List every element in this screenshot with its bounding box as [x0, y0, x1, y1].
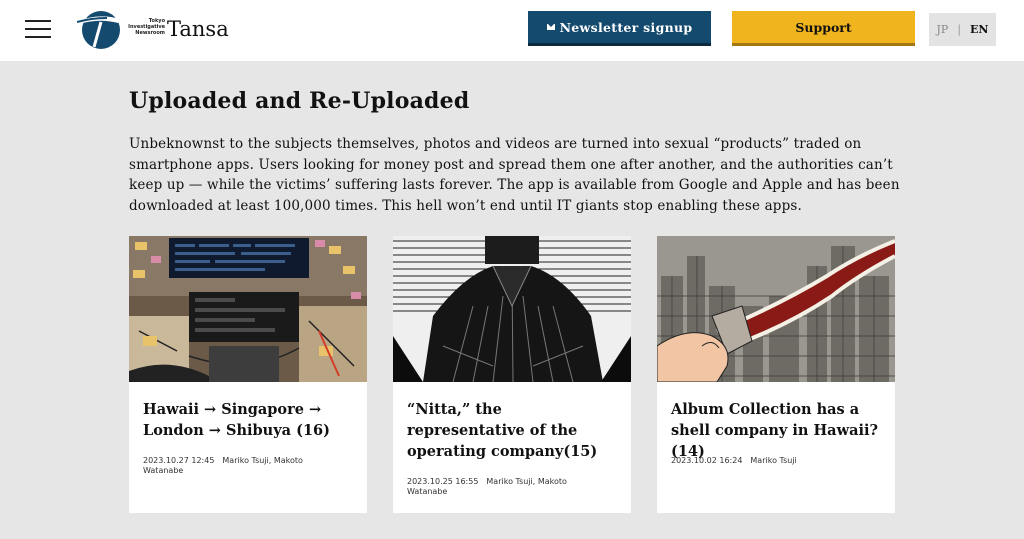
logo-subtitle: Tokyo Investigative Newsroom	[125, 18, 165, 36]
article-title[interactable]: Hawaii → Singapore → London → Shibuya (1…	[143, 399, 355, 441]
lang-jp-link[interactable]: JP	[937, 23, 949, 36]
page-title: Uploaded and Re-Uploaded	[129, 88, 470, 114]
article-date: 2023.10.27 12:45	[143, 456, 215, 465]
newsletter-label: Newsletter signup	[559, 19, 693, 35]
support-label: Support	[795, 19, 852, 35]
article-date: 2023.10.02 16:24	[671, 456, 743, 465]
article-illustration-image	[657, 236, 895, 382]
hamburger-menu-icon[interactable]	[25, 19, 51, 39]
article-meta: 2023.10.27 12:45 Mariko Tsuji, Makoto Wat…	[143, 456, 343, 476]
article-authors: Mariko Tsuji	[750, 456, 797, 465]
lang-separator: |	[957, 23, 962, 36]
envelope-icon	[546, 24, 555, 30]
article-meta: 2023.10.25 16:55 Mariko Tsuji, Makoto Wat…	[407, 477, 607, 497]
support-button[interactable]: Support	[732, 11, 915, 46]
logo-sub-line: Newsroom	[135, 30, 165, 36]
article-meta: 2023.10.02 16:24 Mariko Tsuji	[671, 456, 871, 466]
article-illustration-image	[393, 236, 631, 382]
tansa-logo-icon	[77, 11, 120, 49]
site-logo[interactable]: Tokyo Investigative Newsroom Tansa	[77, 8, 237, 52]
article-illustration-image	[129, 236, 367, 382]
logo-wordmark: Tansa	[167, 17, 229, 41]
article-title[interactable]: Album Collection has a shell company in …	[671, 399, 883, 462]
series-intro: Unbeknownst to the subjects themselves, …	[129, 136, 900, 214]
language-switcher: JP | EN	[929, 13, 996, 46]
site-header: Tokyo Investigative Newsroom Tansa Newsl…	[0, 0, 1024, 61]
lang-en-link[interactable]: EN	[970, 23, 988, 36]
article-card[interactable]: Album Collection has a shell company in …	[657, 236, 895, 513]
article-card[interactable]: Hawaii → Singapore → London → Shibuya (1…	[129, 236, 367, 513]
article-title[interactable]: “Nitta,” the representative of the opera…	[407, 399, 619, 462]
article-card[interactable]: “Nitta,” the representative of the opera…	[393, 236, 631, 513]
newsletter-signup-button[interactable]: Newsletter signup	[528, 11, 711, 46]
article-date: 2023.10.25 16:55	[407, 477, 479, 486]
